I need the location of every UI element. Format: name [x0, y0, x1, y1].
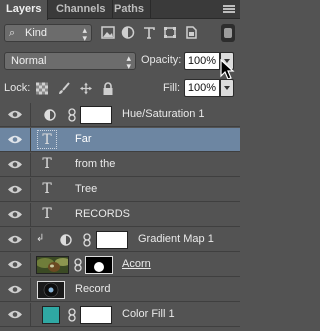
eye-icon[interactable]: [7, 109, 23, 120]
eye-icon[interactable]: [7, 234, 23, 245]
divider: [30, 278, 31, 302]
divider: [30, 178, 31, 202]
panel-tabs: Layers Channels Paths: [0, 0, 240, 20]
panel-menu-icon[interactable]: [223, 5, 235, 14]
text-layer-icon: T: [42, 156, 52, 172]
adjustment-layer-icon: [44, 109, 56, 121]
opacity-input[interactable]: 100%: [184, 52, 220, 70]
layer-row[interactable]: Color Fill 1: [0, 303, 240, 327]
acorn-image-icon: [37, 257, 68, 273]
chevron-updown-icon: ▴ ▾: [82, 25, 87, 43]
image-filter-icon[interactable]: [101, 26, 115, 39]
layer-row[interactable]: T RECORDS: [0, 203, 240, 227]
divider: [30, 128, 31, 152]
text-layer-icon: T: [42, 181, 52, 197]
layer-row[interactable]: Record: [0, 278, 240, 302]
layer-name: Tree: [75, 183, 98, 195]
filter-kind-select[interactable]: ⌕ Kind ▴ ▾: [4, 24, 92, 43]
eye-icon[interactable]: [7, 309, 23, 320]
blend-mode-select[interactable]: Normal ▴ ▾: [4, 52, 136, 71]
layer-name: RECORDS: [75, 208, 131, 220]
layer-name: from the: [75, 158, 116, 170]
text-layer-icon: T: [42, 206, 52, 222]
lock-move-icon[interactable]: [80, 82, 92, 95]
smart-object-filter-icon[interactable]: [184, 26, 198, 39]
divider: [30, 103, 31, 127]
link-chain-icon: [68, 308, 76, 322]
divider: [30, 153, 31, 177]
layer-mask-thumbnail[interactable]: [80, 106, 112, 124]
shape-filter-icon[interactable]: [163, 26, 177, 39]
divider: [30, 203, 31, 227]
lock-transparent-icon[interactable]: [36, 82, 48, 95]
divider: [30, 228, 31, 252]
layer-row[interactable]: T Far: [0, 128, 240, 152]
lock-row: Lock: Fill: 100%: [0, 78, 240, 100]
tab-layers[interactable]: Layers: [0, 0, 49, 20]
divider: [30, 303, 31, 327]
link-chain-icon: [74, 258, 82, 272]
clipping-arrow-icon: ↲: [36, 233, 45, 244]
layer-row[interactable]: Hue/Saturation 1: [0, 103, 240, 127]
chevron-down-icon: [224, 86, 230, 90]
adjustment-filter-icon[interactable]: [121, 26, 135, 39]
link-chain-icon: [83, 233, 91, 247]
layer-row[interactable]: ↲ Gradient Map 1: [0, 228, 240, 252]
layer-list: Hue/Saturation 1 T Far T from the T Tree…: [0, 103, 240, 331]
record-image-icon: [38, 282, 64, 298]
eye-icon[interactable]: [7, 259, 23, 270]
layer-name: Acorn: [122, 258, 151, 270]
layer-mask-thumbnail[interactable]: [80, 306, 112, 324]
layer-name: Color Fill 1: [122, 308, 175, 320]
layer-mask-thumbnail[interactable]: [96, 231, 128, 249]
tab-paths[interactable]: Paths: [108, 0, 151, 19]
chevron-updown-icon: ▴ ▾: [126, 53, 131, 71]
filter-kind-label: Kind: [25, 27, 48, 39]
type-filter-icon[interactable]: [142, 26, 156, 39]
lock-label: Lock:: [4, 82, 31, 94]
layer-name: Far: [75, 133, 92, 145]
eye-icon[interactable]: [7, 209, 23, 220]
adjustment-layer-icon: [60, 234, 72, 246]
opacity-label: Opacity:: [141, 54, 182, 66]
layer-row[interactable]: T from the: [0, 153, 240, 177]
link-chain-icon: [68, 108, 76, 122]
acorn-mask-icon: [86, 257, 112, 273]
text-layer-icon: T: [37, 130, 57, 149]
blend-row: Normal ▴ ▾ Opacity: 100%: [0, 49, 240, 73]
divider: [30, 253, 31, 277]
lock-all-icon[interactable]: [102, 82, 114, 95]
layer-row[interactable]: Acorn: [0, 253, 240, 277]
eye-icon[interactable]: [7, 284, 23, 295]
search-icon: ⌕: [9, 27, 16, 39]
eye-icon[interactable]: [7, 159, 23, 170]
layer-thumbnail[interactable]: [37, 281, 65, 299]
filter-row: ⌕ Kind ▴ ▾: [0, 20, 240, 46]
layer-row[interactable]: T Tree: [0, 178, 240, 202]
layer-name: Gradient Map 1: [138, 233, 214, 245]
layer-thumbnail[interactable]: [36, 256, 69, 274]
eye-icon[interactable]: [7, 134, 23, 145]
blend-mode-value: Normal: [11, 55, 47, 67]
fill-input[interactable]: 100%: [184, 79, 220, 97]
filter-toggle-button[interactable]: [221, 24, 235, 42]
layer-name: Record: [75, 283, 111, 295]
lock-brush-icon[interactable]: [58, 82, 70, 95]
eye-icon[interactable]: [7, 184, 23, 195]
tab-channels[interactable]: Channels: [50, 0, 113, 19]
fill-dropdown-button[interactable]: [220, 79, 234, 97]
layer-name: Hue/Saturation 1: [122, 108, 205, 120]
fill-label: Fill:: [163, 82, 181, 94]
color-fill-swatch[interactable]: [42, 306, 60, 324]
layer-mask-thumbnail[interactable]: [85, 256, 113, 274]
